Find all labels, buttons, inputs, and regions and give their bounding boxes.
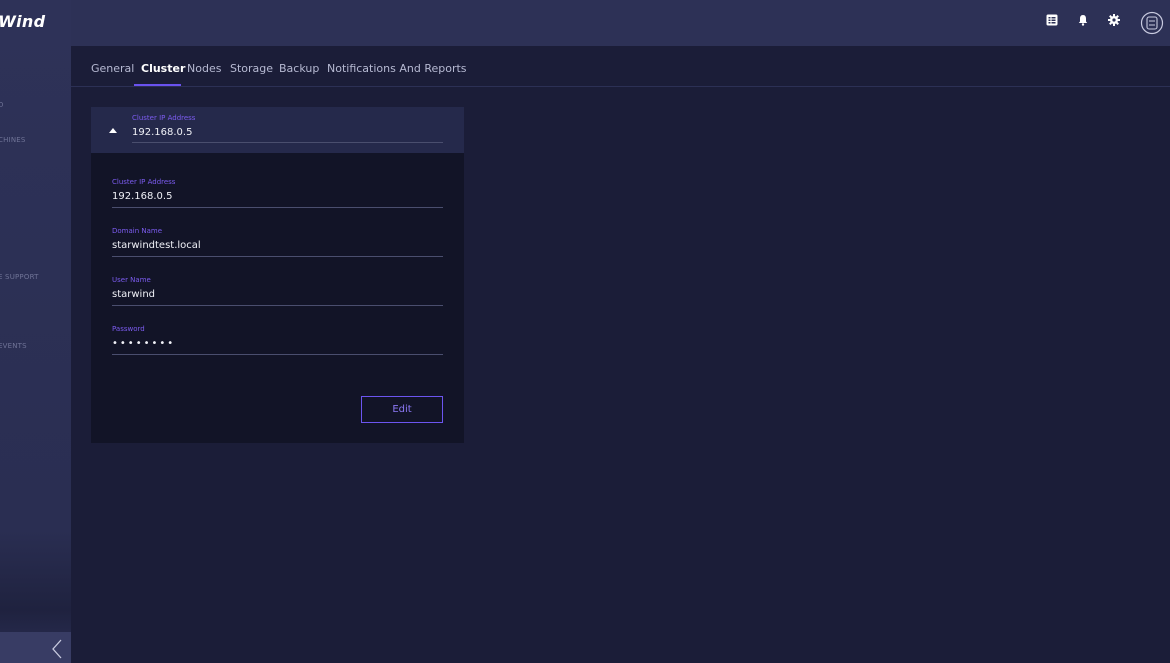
user-name-label: User Name [112,276,151,284]
gear-icon[interactable] [1108,14,1122,28]
user-name-underline [112,305,443,306]
top-bar [71,0,1170,46]
user-name-field[interactable]: starwind [112,289,155,300]
sidebar-item-dashboard[interactable]: D [0,101,4,109]
tab-storage[interactable]: Storage [230,62,273,75]
password-field[interactable]: •••••••• [112,338,175,349]
chevron-left-icon [52,639,62,659]
password-underline [112,354,443,355]
tab-backup[interactable]: Backup [279,62,319,75]
cluster-ip-underline [112,207,443,208]
sidebar-item-events[interactable]: EVENTS [0,342,27,350]
header-field-label: Cluster IP Address [132,114,196,122]
cluster-ip-field[interactable]: 192.168.0.5 [112,191,172,202]
cluster-ip-label: Cluster IP Address [112,178,176,186]
domain-name-field[interactable]: starwindtest.local [112,240,201,251]
tab-cluster[interactable]: Cluster [141,62,185,75]
password-label: Password [112,325,145,333]
sidebar: rWind D CHINES E SUPPORT EVENTS [0,0,71,663]
calendar-icon[interactable] [1046,14,1060,28]
settings-tabs: General Cluster Nodes Storage Backup Not… [71,46,1170,87]
user-avatar-icon[interactable] [1140,11,1164,35]
header-field-underline [132,142,443,143]
app-logo[interactable]: rWind [0,12,45,31]
caret-up-icon[interactable] [109,128,117,134]
domain-name-label: Domain Name [112,227,163,235]
tab-general[interactable]: General [91,62,134,75]
tab-nodes[interactable]: Nodes [187,62,221,75]
sidebar-item-support[interactable]: E SUPPORT [0,273,39,281]
header-field-value: 192.168.0.5 [132,127,193,138]
bell-icon[interactable] [1077,14,1091,28]
cluster-card: Cluster IP Address 192.168.0.5 Cluster I… [91,107,464,443]
cluster-card-header[interactable]: Cluster IP Address 192.168.0.5 [91,107,464,153]
active-tab-indicator [134,84,181,86]
domain-name-underline [112,256,443,257]
tab-notifications-and-reports[interactable]: Notifications And Reports [327,62,467,75]
sidebar-item-virtual-machines[interactable]: CHINES [0,136,26,144]
edit-button[interactable]: Edit [361,396,443,423]
sidebar-collapse-button[interactable] [0,632,71,663]
